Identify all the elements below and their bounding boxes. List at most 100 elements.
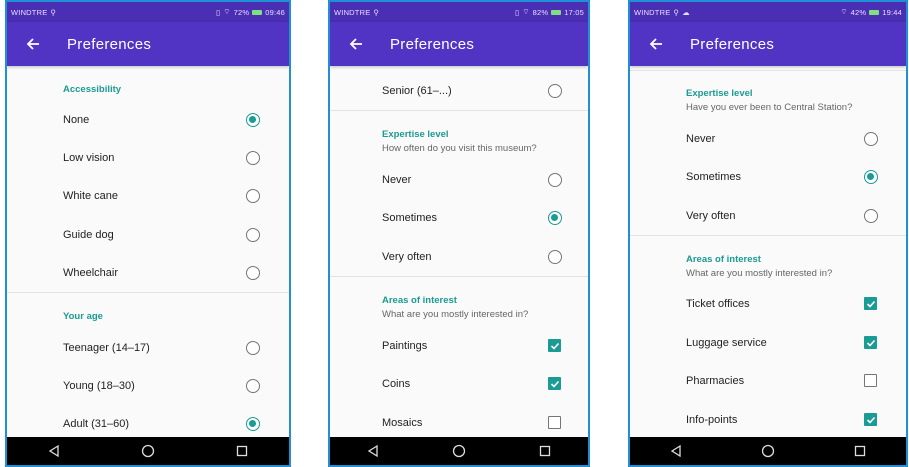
- phone-screen-1: WINDTRE ⚲ ▯ ⌔ 72% 09:46 Preferences Accessib…: [5, 0, 291, 467]
- option-label[interactable]: Low vision: [63, 152, 114, 164]
- checkbox-paintings[interactable]: [548, 339, 561, 352]
- app-bar: Preferences: [330, 22, 588, 66]
- option-label[interactable]: Wheelchair: [63, 267, 118, 279]
- wifi-icon: ⌔: [223, 7, 231, 16]
- arrow-back-icon[interactable]: [644, 32, 668, 56]
- option-label[interactable]: Paintings: [382, 340, 427, 352]
- status-bar: WINDTRE ⚲ ▯ ⌔ 82% 17:05: [330, 2, 588, 22]
- phone-screen-3: WINDTRE ⚲ ☁ ⌔ 42% 19:44 Preferences Expertis…: [628, 0, 908, 467]
- option-label[interactable]: Info-points: [686, 414, 737, 426]
- section-subtitle: Have you ever been to Central Station?: [686, 102, 853, 113]
- checkbox-info-points[interactable]: [864, 413, 877, 426]
- option-label[interactable]: Teenager (14–17): [63, 342, 150, 354]
- checkbox-ticket-offices[interactable]: [864, 297, 877, 310]
- radio-never[interactable]: [548, 173, 562, 187]
- time-label: 09:46: [265, 7, 285, 17]
- page-title: Preferences: [67, 35, 152, 53]
- radio-sometimes[interactable]: [864, 170, 878, 184]
- nav-recents-icon[interactable]: [535, 441, 555, 461]
- radio-wheelchair[interactable]: [246, 266, 260, 280]
- option-label[interactable]: None: [63, 114, 89, 126]
- phone-screen-2: WINDTRE ⚲ ▯ ⌔ 82% 17:05 Preferences Senior (…: [328, 0, 590, 467]
- option-label[interactable]: Sometimes: [686, 171, 741, 183]
- section-header-interests: Areas of interest: [686, 254, 761, 265]
- nav-bar: [7, 437, 289, 465]
- arrow-back-icon[interactable]: [344, 32, 368, 56]
- preferences-list: Expertise level Have you ever been to Ce…: [630, 66, 906, 437]
- radio-white-cane[interactable]: [246, 189, 260, 203]
- option-label[interactable]: Luggage service: [686, 337, 767, 349]
- app-bar: Preferences: [630, 22, 906, 66]
- radio-none[interactable]: [246, 113, 260, 127]
- vibrate-icon: ▯: [216, 7, 221, 17]
- nav-recents-icon[interactable]: [232, 441, 252, 461]
- page-title: Preferences: [690, 35, 775, 53]
- option-label[interactable]: Very often: [686, 210, 736, 222]
- carrier-label: WINDTRE: [334, 7, 371, 17]
- nav-home-icon[interactable]: [449, 441, 469, 461]
- preferences-list: Accessibility None Low vision White cane…: [7, 66, 289, 437]
- option-label[interactable]: Ticket offices: [686, 298, 750, 310]
- radio-very-often[interactable]: [864, 209, 878, 223]
- nav-home-icon[interactable]: [758, 441, 778, 461]
- battery-label: 42%: [850, 7, 867, 17]
- checkbox-pharmacies[interactable]: [864, 374, 877, 387]
- option-label[interactable]: Never: [382, 174, 411, 186]
- time-label: 19:44: [882, 7, 902, 17]
- nav-back-icon[interactable]: [666, 441, 686, 461]
- radio-teenager[interactable]: [246, 341, 260, 355]
- option-label[interactable]: Never: [686, 133, 715, 145]
- page-title: Preferences: [390, 35, 475, 53]
- nav-home-icon[interactable]: [138, 441, 158, 461]
- radio-adult[interactable]: [246, 417, 260, 431]
- section-header-expertise: Expertise level: [686, 88, 753, 99]
- nav-recents-icon[interactable]: [850, 441, 870, 461]
- carrier-label: WINDTRE: [634, 7, 671, 17]
- option-label[interactable]: Senior (61–...): [382, 85, 452, 97]
- preferences-list: Senior (61–...) Expertise level How ofte…: [330, 66, 588, 437]
- battery-label: 72%: [233, 7, 250, 17]
- divider: [630, 235, 906, 236]
- radio-guide-dog[interactable]: [246, 228, 260, 242]
- radio-low-vision[interactable]: [246, 151, 260, 165]
- nav-back-icon[interactable]: [44, 441, 64, 461]
- divider: [330, 276, 588, 277]
- checkbox-coins[interactable]: [548, 377, 561, 390]
- divider: [7, 292, 289, 293]
- battery-icon: [551, 9, 562, 15]
- section-header-accessibility: Accessibility: [63, 84, 122, 95]
- option-label[interactable]: Very often: [382, 251, 432, 263]
- option-label[interactable]: Guide dog: [63, 229, 114, 241]
- radio-never[interactable]: [864, 132, 878, 146]
- radio-young[interactable]: [246, 379, 260, 393]
- checkbox-mosaics[interactable]: [548, 416, 561, 429]
- option-label[interactable]: Sometimes: [382, 212, 437, 224]
- option-label[interactable]: Adult (31–60): [63, 418, 129, 430]
- section-subtitle: How often do you visit this museum?: [382, 143, 537, 154]
- radio-sometimes[interactable]: [548, 211, 562, 225]
- radio-senior[interactable]: [548, 84, 562, 98]
- option-label[interactable]: Pharmacies: [686, 375, 744, 387]
- section-subtitle: What are you mostly interested in?: [382, 309, 529, 320]
- divider: [330, 110, 588, 111]
- battery-icon: [869, 9, 880, 15]
- nav-bar: [630, 437, 906, 465]
- checkbox-luggage-service[interactable]: [864, 336, 877, 349]
- option-label[interactable]: Mosaics: [382, 417, 422, 429]
- battery-icon: [252, 9, 263, 15]
- vibrate-icon: ▯: [515, 7, 520, 17]
- app-bar: Preferences: [7, 22, 289, 66]
- location-icon: ⚲: [673, 7, 680, 17]
- arrow-back-icon[interactable]: [21, 32, 45, 56]
- status-bar: WINDTRE ⚲ ▯ ⌔ 72% 09:46: [7, 2, 289, 22]
- time-label: 17:05: [564, 7, 584, 17]
- option-label[interactable]: Coins: [382, 378, 410, 390]
- section-header-expertise: Expertise level: [382, 129, 449, 140]
- option-label[interactable]: Young (18–30): [63, 380, 135, 392]
- nav-back-icon[interactable]: [363, 441, 383, 461]
- option-label[interactable]: White cane: [63, 190, 118, 202]
- section-subtitle: What are you mostly interested in?: [686, 268, 833, 279]
- divider: [630, 70, 906, 71]
- radio-very-often[interactable]: [548, 250, 562, 264]
- battery-label: 82%: [532, 7, 549, 17]
